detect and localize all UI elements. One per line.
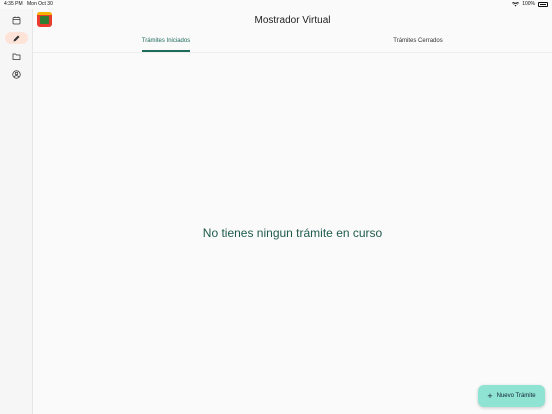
- sidebar-item-calendar[interactable]: [5, 14, 28, 26]
- status-date: Mon Oct 30: [27, 1, 53, 7]
- folder-icon: [12, 53, 21, 60]
- sidebar: [0, 9, 33, 414]
- calendar-icon: [12, 16, 21, 24]
- nuevo-tramite-button[interactable]: + Nuevo Trámite: [478, 385, 545, 407]
- sidebar-item-profile[interactable]: [5, 68, 28, 80]
- plus-icon: +: [487, 390, 493, 401]
- empty-state-message: No tienes ningun trámite en curso: [202, 226, 383, 240]
- main-content: No tienes ningun trámite en curso: [33, 53, 552, 414]
- battery-icon: [538, 1, 548, 7]
- status-time: 4:35 PM: [4, 1, 23, 7]
- header: Mostrador Virtual Trámites Iniciados Trá…: [33, 9, 552, 53]
- status-right: 100%: [512, 1, 548, 7]
- tab-bar: Trámites Iniciados Trámites Cerrados: [33, 36, 552, 53]
- sidebar-item-tramites[interactable]: [5, 32, 28, 44]
- tab-tramites-iniciados[interactable]: Trámites Iniciados: [86, 38, 246, 44]
- wifi-icon: [512, 1, 520, 6]
- user-circle-icon: [12, 69, 21, 79]
- tab-indicator: [142, 50, 190, 52]
- nuevo-tramite-label: Nuevo Trámite: [496, 393, 536, 399]
- status-bar: 4:35 PM Mon Oct 30 100%: [0, 0, 552, 9]
- pencil-icon: [13, 35, 20, 41]
- battery-percent: 100%: [522, 1, 535, 7]
- tab-tramites-cerrados[interactable]: Trámites Cerrados: [338, 38, 498, 44]
- sidebar-item-documents[interactable]: [5, 50, 28, 62]
- page-title: Mostrador Virtual: [254, 15, 331, 26]
